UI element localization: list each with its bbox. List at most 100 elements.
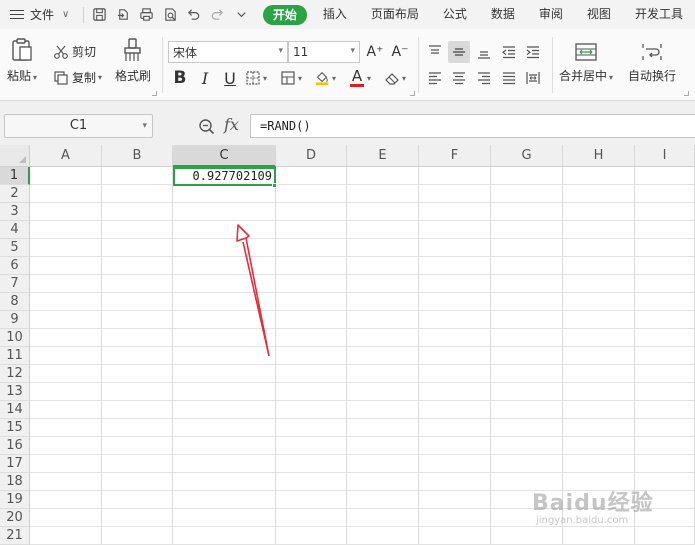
file-menu-label: 文件: [30, 8, 55, 22]
paint-bucket-icon: [315, 71, 329, 86]
dropdown-arrow-icon: ▾: [33, 73, 38, 82]
tab-view[interactable]: 视图: [575, 0, 623, 29]
column-header-f[interactable]: F: [419, 145, 491, 167]
save-button[interactable]: [88, 0, 112, 29]
chevron-down-icon: ∨: [62, 9, 70, 20]
row-header-7[interactable]: 7: [0, 275, 30, 293]
row-header-19[interactable]: 19: [0, 491, 30, 509]
select-all-button[interactable]: [0, 145, 30, 167]
column-header-e[interactable]: E: [347, 145, 419, 167]
eraser-icon: [385, 73, 399, 85]
clear-format-button[interactable]: ▾: [384, 67, 406, 89]
tab-developer[interactable]: 开发工具: [623, 0, 695, 29]
row-header-13[interactable]: 13: [0, 383, 30, 401]
cut-button[interactable]: 剪切: [53, 43, 96, 60]
row-header-2[interactable]: 2: [0, 185, 30, 203]
column-header-d[interactable]: D: [276, 145, 347, 167]
column-header-i[interactable]: I: [635, 145, 695, 167]
gridline: [30, 238, 695, 239]
justify-button[interactable]: [498, 67, 520, 89]
merge-center-button[interactable]: 合并居中 ▾: [559, 41, 613, 84]
column-header-h[interactable]: H: [563, 145, 635, 167]
clipboard-group-launcher[interactable]: [152, 91, 157, 96]
font-size-select[interactable]: 11 ▾: [288, 41, 360, 63]
tab-page-layout[interactable]: 页面布局: [359, 0, 431, 29]
copy-button[interactable]: 复制 ▾: [53, 69, 102, 86]
gridline: [30, 220, 695, 221]
print-preview-button[interactable]: [159, 0, 183, 29]
column-header-b[interactable]: B: [102, 145, 173, 167]
wrap-text-button[interactable]: 自动换行: [628, 41, 676, 84]
row-header-10[interactable]: 10: [0, 329, 30, 347]
redo-button[interactable]: [206, 0, 230, 29]
column-header-g[interactable]: G: [491, 145, 563, 167]
font-group-launcher[interactable]: [410, 91, 415, 96]
name-box-value: C1: [69, 118, 88, 133]
row-header-17[interactable]: 17: [0, 455, 30, 473]
column-header-a[interactable]: A: [30, 145, 102, 167]
row-header-9[interactable]: 9: [0, 311, 30, 329]
row-header-14[interactable]: 14: [0, 401, 30, 419]
row-header-15[interactable]: 15: [0, 419, 30, 437]
increase-indent-button[interactable]: [522, 41, 544, 63]
row-header-12[interactable]: 12: [0, 365, 30, 383]
paste-button[interactable]: 粘贴 ▾: [7, 37, 37, 84]
font-color-button[interactable]: A ▾: [349, 67, 371, 89]
increase-indent-icon: [526, 46, 539, 59]
distributed-align-button[interactable]: [522, 67, 544, 89]
row-header-5[interactable]: 5: [0, 239, 30, 257]
column-header-c[interactable]: C: [173, 145, 276, 167]
align-middle-button[interactable]: [448, 41, 470, 63]
align-right-button[interactable]: [473, 67, 495, 89]
grow-font-button[interactable]: A⁺: [364, 41, 386, 63]
insert-function-icon[interactable]: fx: [224, 115, 239, 134]
font-name-select[interactable]: 宋体 ▾: [168, 41, 288, 63]
align-bottom-button[interactable]: [473, 41, 495, 63]
tab-home[interactable]: 开始: [262, 4, 307, 25]
row-header-11[interactable]: 11: [0, 347, 30, 365]
underline-button[interactable]: U: [219, 67, 241, 89]
cell-style-button[interactable]: ▾: [280, 67, 302, 89]
row-header-20[interactable]: 20: [0, 509, 30, 527]
fill-handle[interactable]: [272, 183, 277, 188]
row-header-8[interactable]: 8: [0, 293, 30, 311]
tab-insert[interactable]: 插入: [311, 0, 359, 29]
hamburger-icon: [10, 9, 24, 20]
zoom-icon[interactable]: [198, 118, 216, 136]
format-painter-button[interactable]: 格式刷: [115, 37, 151, 84]
row-header-1[interactable]: 1: [0, 167, 30, 185]
formula-input[interactable]: =RAND(): [250, 114, 695, 138]
shrink-font-icon: A⁻: [391, 44, 409, 60]
italic-button[interactable]: I: [194, 67, 216, 89]
file-menu-button[interactable]: 文件 ∨: [0, 0, 79, 29]
print-button[interactable]: [135, 0, 159, 29]
row-header-3[interactable]: 3: [0, 203, 30, 221]
gridline: [30, 346, 695, 347]
customize-quick-access-button[interactable]: [229, 0, 253, 29]
menu-bar: 文件 ∨ 开始 插入 页面布局 公式 数据 审阅 视图 开发工具: [0, 0, 695, 29]
fill-color-button[interactable]: ▾: [314, 67, 336, 89]
alignment-group-launcher[interactable]: [684, 91, 689, 96]
export-pdf-button[interactable]: [111, 0, 135, 29]
tab-review[interactable]: 审阅: [527, 0, 575, 29]
gridline: [30, 256, 695, 257]
undo-button[interactable]: [182, 0, 206, 29]
font-name-value: 宋体: [173, 45, 198, 60]
shrink-font-button[interactable]: A⁻: [389, 41, 411, 63]
gridline: [30, 436, 695, 437]
borders-button[interactable]: ▾: [245, 67, 267, 89]
tab-data[interactable]: 数据: [479, 0, 527, 29]
align-center-button[interactable]: [448, 67, 470, 89]
align-top-button[interactable]: [424, 41, 446, 63]
bold-button[interactable]: B: [169, 67, 191, 89]
row-header-6[interactable]: 6: [0, 257, 30, 275]
row-header-16[interactable]: 16: [0, 437, 30, 455]
row-header-21[interactable]: 21: [0, 527, 30, 545]
row-header-4[interactable]: 4: [0, 221, 30, 239]
align-left-button[interactable]: [424, 67, 446, 89]
name-box[interactable]: C1 ▾: [4, 114, 153, 138]
row-header-18[interactable]: 18: [0, 473, 30, 491]
tab-formulas[interactable]: 公式: [431, 0, 479, 29]
active-cell-c1[interactable]: 0.927702109: [173, 167, 276, 186]
decrease-indent-button[interactable]: [498, 41, 520, 63]
